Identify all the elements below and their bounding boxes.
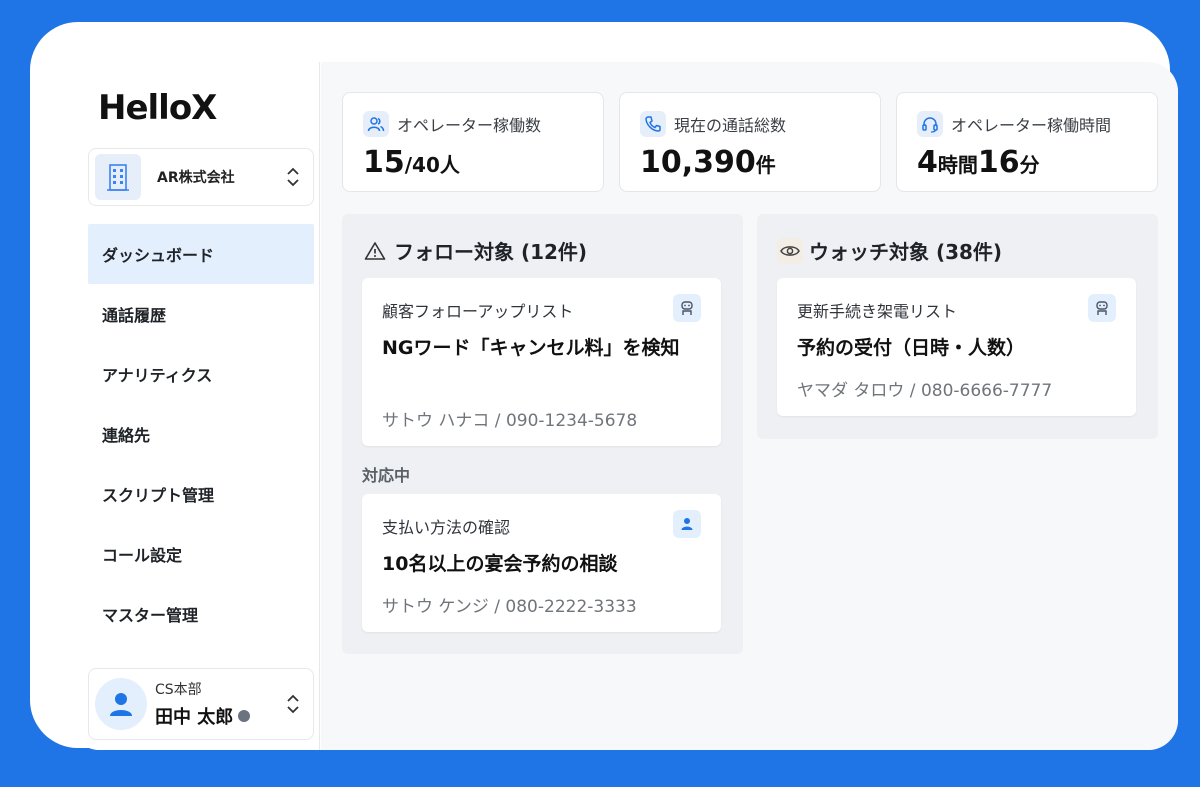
app-logo[interactable]: HelloX: [98, 88, 217, 128]
watch-card[interactable]: 更新手続き架電リスト 予約の受付（日時・人数） ヤマダ タロウ / 080-66…: [777, 278, 1136, 416]
stat-card-calls: 現在の通話総数 10,390 件: [619, 92, 881, 192]
stat-number: 15: [363, 145, 405, 180]
sidebar-item-master-management[interactable]: マスター管理: [88, 584, 314, 644]
headset-icon: [917, 111, 943, 137]
card-title: 予約の受付（日時・人数）: [797, 337, 1026, 359]
stat-number: 10,390: [640, 145, 756, 180]
card-title: 10名以上の宴会予約の相談: [382, 553, 618, 575]
warning-icon: [362, 238, 388, 264]
stat-unit: 時間: [937, 153, 978, 177]
card-title: NGワード「キャンセル料」を検知: [382, 337, 680, 359]
stat-label: オペレーター稼働時間: [951, 116, 1112, 135]
stat-value: 4 時間 16 分: [917, 145, 1040, 180]
sidebar-nav: ダッシュボード 通話履歴 アナリティクス 連絡先 スクリプト管理 コール設定 マ…: [88, 224, 314, 644]
user-icon: [110, 693, 132, 716]
building-icon: [95, 154, 141, 200]
card-contact: サトウ ハナコ / 090-1234-5678: [382, 411, 638, 431]
eye-icon: [777, 237, 803, 264]
stat-unit: 分: [1019, 153, 1040, 177]
card-contact: サトウ ケンジ / 080-2222-3333: [382, 597, 637, 617]
sidebar-item-call-history[interactable]: 通話履歴: [88, 284, 314, 344]
card-list-name: 支払い方法の確認: [382, 518, 511, 537]
card-list-name: 更新手続き架電リスト: [797, 302, 958, 321]
stat-value: 15 /40人: [363, 145, 460, 180]
user-info: CS本部 田中 太郎: [155, 679, 283, 729]
card-list-name: 顧客フォローアップリスト: [382, 302, 574, 321]
stat-card-operating-time: オペレーター稼働時間 4 時間 16 分: [896, 92, 1158, 192]
user-switcher[interactable]: CS本部 田中 太郎: [88, 668, 314, 740]
chevron-up-down-icon: [283, 165, 303, 189]
person-icon: [673, 510, 701, 538]
phone-icon: [640, 111, 666, 137]
stat-label: 現在の通話総数: [674, 116, 787, 135]
robot-icon: [673, 294, 701, 322]
stat-label: オペレーター稼働数: [397, 116, 542, 135]
robot-icon: [1088, 294, 1116, 322]
user-name: 田中 太郎: [155, 707, 234, 728]
card-contact: ヤマダ タロウ / 080-6666-7777: [797, 381, 1053, 401]
sidebar: HelloX AR株式会社 ダッシュボード 通話履歴 アナリティクス 連絡先 ス…: [70, 62, 320, 750]
follow-panel: フォロー対象 (12件) 顧客フォローアップリスト NGワード「キャンセル料」を…: [342, 214, 743, 654]
stat-value: 10,390 件: [640, 145, 776, 180]
follow-panel-title: フォロー対象 (12件): [394, 240, 588, 264]
user-name-row: 田中 太郎: [155, 703, 283, 729]
sidebar-item-call-settings[interactable]: コール設定: [88, 524, 314, 584]
section-label-in-progress: 対応中: [362, 466, 411, 485]
sidebar-item-contacts[interactable]: 連絡先: [88, 404, 314, 464]
sidebar-item-dashboard[interactable]: ダッシュボード: [88, 224, 314, 284]
stat-card-operators: オペレーター稼働数 15 /40人: [342, 92, 604, 192]
stat-number: 16: [977, 145, 1020, 180]
frame-overlay: HelloX AR株式会社 ダッシュボード 通話履歴 アナリティクス 連絡先 ス…: [30, 22, 1178, 750]
follow-card[interactable]: 顧客フォローアップリスト NGワード「キャンセル料」を検知 サトウ ハナコ / …: [362, 278, 721, 446]
company-switcher[interactable]: AR株式会社: [88, 148, 314, 206]
watch-panel-title: ウォッチ対象 (38件): [809, 240, 1003, 264]
user-department: CS本部: [155, 682, 202, 698]
avatar: [95, 678, 147, 730]
stat-number: 4: [917, 145, 938, 180]
users-icon: [363, 111, 389, 137]
company-name: AR株式会社: [157, 170, 235, 186]
stat-unit: /40人: [404, 153, 460, 177]
app-window: HelloX AR株式会社 ダッシュボード 通話履歴 アナリティクス 連絡先 ス…: [70, 62, 1178, 750]
main-content: オペレーター稼働数 15 /40人 現在の通話総数 10,390 件 オペレータ…: [321, 62, 1178, 750]
sidebar-item-script-management[interactable]: スクリプト管理: [88, 464, 314, 524]
status-dot: [238, 710, 251, 722]
watch-panel: ウォッチ対象 (38件) 更新手続き架電リスト 予約の受付（日時・人数） ヤマダ…: [757, 214, 1158, 439]
sidebar-item-analytics[interactable]: アナリティクス: [88, 344, 314, 404]
stat-unit: 件: [755, 153, 776, 177]
chevron-up-down-icon: [283, 692, 303, 716]
in-progress-card[interactable]: 支払い方法の確認 10名以上の宴会予約の相談 サトウ ケンジ / 080-222…: [362, 494, 721, 632]
